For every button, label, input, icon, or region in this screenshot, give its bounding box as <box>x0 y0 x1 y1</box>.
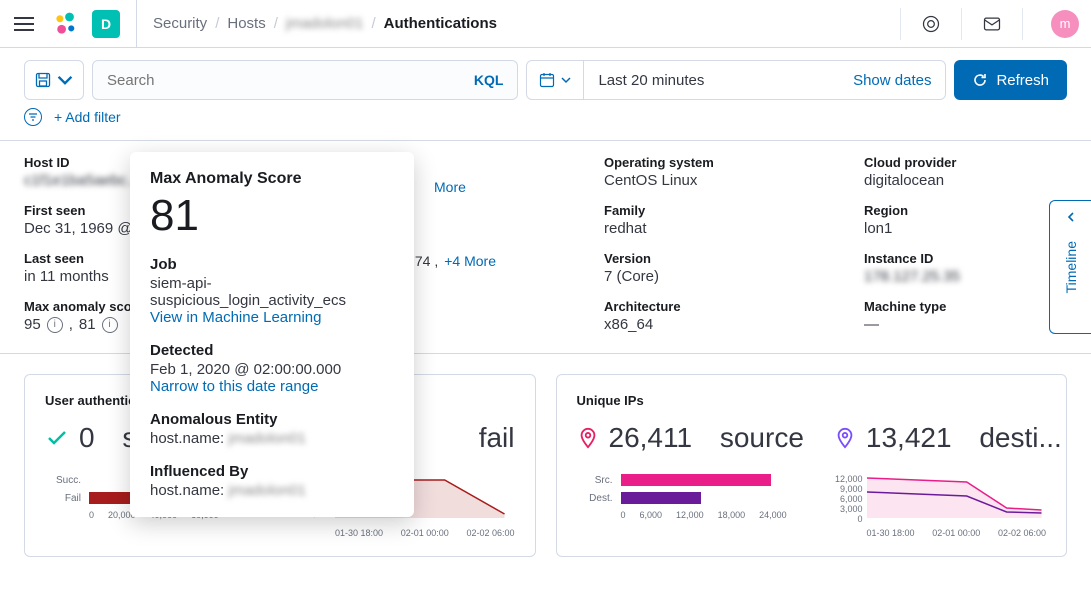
entity-key: host.name: <box>150 430 228 447</box>
info-icon[interactable]: i <box>102 317 118 333</box>
breadcrumb-hosts[interactable]: Hosts <box>227 15 265 32</box>
popover-job-value: siem-api-suspicious_login_activity_ecs <box>150 275 394 309</box>
more-ips-link[interactable]: +4 More <box>444 253 496 269</box>
kv-region: Regionlon1 <box>864 203 1064 237</box>
global-header: D Security/ Hosts/ jmadolon01/ Authentic… <box>0 0 1091 48</box>
divider <box>961 8 962 40</box>
query-language-toggle[interactable]: KQL <box>474 72 504 88</box>
timeline-flyout-tab[interactable]: Timeline <box>1049 200 1091 334</box>
help-icon[interactable] <box>921 14 941 34</box>
anomaly-popover: Max Anomaly Score 81 Job siem-api-suspic… <box>130 152 414 517</box>
filter-options-icon[interactable] <box>24 108 42 126</box>
panel-title: Unique IPs <box>577 393 1047 408</box>
entity-value: jmadolon01 <box>228 430 306 447</box>
check-icon <box>45 426 69 450</box>
breadcrumb-security[interactable]: Security <box>153 15 207 32</box>
ips-trend-chart: 12,0009,0006,0003,0000 01-30 18:0002-01 … <box>827 474 1047 538</box>
anomaly-score-1[interactable]: 95 <box>24 316 41 333</box>
stat-source-ips: 26,411 source <box>577 422 804 454</box>
chevron-left-icon <box>1065 211 1077 223</box>
anomaly-score-2[interactable]: 81 <box>79 316 96 333</box>
menu-icon[interactable] <box>12 12 36 36</box>
calendar-icon <box>539 72 555 88</box>
kv-version: Version7 (Core) <box>604 251 824 285</box>
refresh-button[interactable]: Refresh <box>954 60 1067 100</box>
divider <box>1022 8 1023 40</box>
filter-bar: + Add filter <box>0 104 1091 141</box>
popover-score: 81 <box>150 194 394 238</box>
divider <box>136 0 137 48</box>
user-avatar[interactable]: m <box>1051 10 1079 38</box>
elastic-logo-icon[interactable] <box>52 10 80 38</box>
chevron-down-icon <box>561 75 571 85</box>
panel-unique-ips: Unique IPs 26,411 source 13,421 desti...… <box>556 374 1068 557</box>
date-picker[interactable]: Last 20 minutes Show dates <box>526 60 946 100</box>
breadcrumb-current: Authentications <box>384 15 497 32</box>
map-pin-icon <box>834 427 856 449</box>
add-filter-link[interactable]: + Add filter <box>54 109 121 125</box>
breadcrumb: Security/ Hosts/ jmadolon01/ Authenticat… <box>153 15 497 32</box>
kv-arch: Architecturex86_64 <box>604 299 824 333</box>
space-selector[interactable]: D <box>92 10 120 38</box>
refresh-icon <box>972 72 988 88</box>
stat-dest-ips: 13,421 desti... <box>834 422 1062 454</box>
kv-os: Operating systemCentOS Linux <box>604 155 824 189</box>
popover-detected-heading: Detected <box>150 342 394 359</box>
popover-detected-value: Feb 1, 2020 @ 02:00:00.000 <box>150 361 394 378</box>
search-input-wrapper: KQL <box>92 60 518 100</box>
popover-entity-heading: Anomalous Entity <box>150 411 394 428</box>
info-icon[interactable]: i <box>47 317 63 333</box>
narrow-date-link[interactable]: Narrow to this date range <box>150 378 394 395</box>
ips-hbar-chart: Src. Dest. 06,00012,00018,00024,000 <box>577 474 807 538</box>
popover-influenced-heading: Influenced By <box>150 463 394 480</box>
search-input[interactable] <box>107 72 474 89</box>
saved-query-button[interactable] <box>24 60 84 100</box>
map-pin-icon <box>577 427 599 449</box>
view-ml-link[interactable]: View in Machine Learning <box>150 309 394 326</box>
show-dates-link[interactable]: Show dates <box>853 72 945 89</box>
mail-icon[interactable] <box>982 14 1002 34</box>
divider <box>900 8 901 40</box>
popover-title: Max Anomaly Score <box>150 170 394 188</box>
more-link[interactable]: More <box>434 179 564 195</box>
popover-job-heading: Job <box>150 256 394 273</box>
breadcrumb-host-name[interactable]: jmadolon01 <box>286 15 364 32</box>
kv-instance: Instance ID178.127.25.35 <box>864 251 1064 285</box>
kv-cloud: Cloud providerdigitalocean <box>864 155 1064 189</box>
influenced-key: host.name: <box>150 482 228 499</box>
chevron-down-icon <box>57 72 73 88</box>
date-range-label: Last 20 minutes <box>584 72 853 89</box>
query-bar: KQL Last 20 minutes Show dates Refresh <box>0 48 1091 104</box>
timeline-label: Timeline <box>1063 241 1079 293</box>
stat-auth-fail: fail <box>479 422 515 454</box>
kv-machine: Machine type— <box>864 299 1064 333</box>
kv-family: Familyredhat <box>604 203 824 237</box>
influenced-value: jmadolon01 <box>228 482 306 499</box>
